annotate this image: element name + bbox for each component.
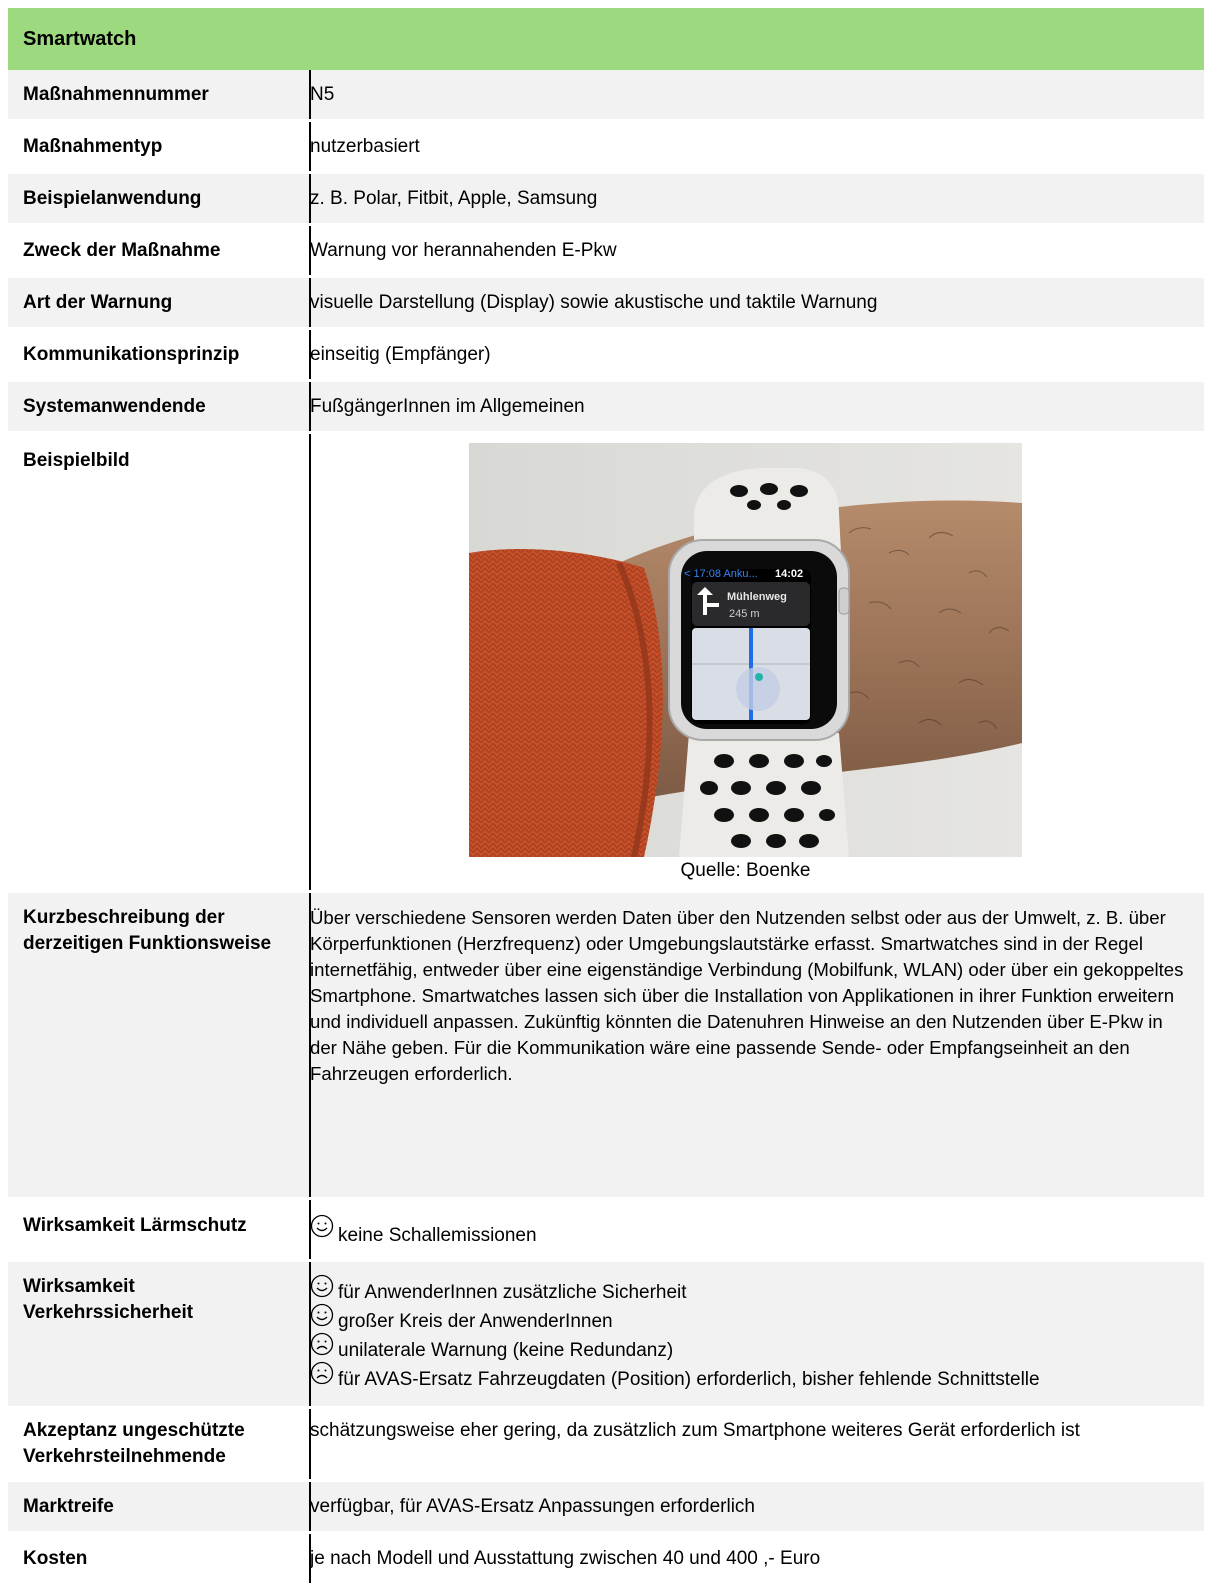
column-divider [309,278,311,327]
row-value: z. B. Polar, Fitbit, Apple, Samsung [310,188,598,209]
row-label: Systemanwendende [23,396,206,417]
row-value: verfügbar, für AVAS-Ersatz Anpassungen e… [310,1496,755,1517]
smiley-sad-icon [310,1361,334,1385]
column-divider [309,70,311,119]
row-kurzbeschreibung: Kurzbeschreibung der derzeitigen Funktio… [8,890,1204,1197]
list-item: für AnwenderInnen zusätzliche Sicherheit [310,1274,1194,1303]
list-item-text: für AnwenderInnen zusätzliche Sicherheit [338,1282,687,1303]
image-caption: Quelle: Boenke [680,860,811,881]
list-item: unilaterale Warnung (keine Redundanz) [310,1332,1194,1361]
row-massnahmennummer: Maßnahmennummer N5 [8,70,1204,119]
row-label: Akzeptanz ungeschützte Verkehrsteilnehme… [23,1420,245,1467]
row-label: Maßnahmentyp [23,136,163,157]
column-divider [309,1534,311,1583]
row-label: Beispielanwendung [23,188,202,209]
list-item-text: für AVAS-Ersatz Fahrzeugdaten (Position)… [338,1369,1040,1390]
row-label: Kommunikationsprinzip [23,344,240,365]
row-massnahmentyp: Maßnahmentyp nutzerbasiert [8,119,1204,171]
row-akzeptanz: Akzeptanz ungeschützte Verkehrsteilnehme… [8,1406,1204,1479]
watch-distance-text: 245 m [729,608,760,620]
image-cell: < 17:08 Anku... 14:02 Mühlenweg 245 m Qu… [295,434,1204,890]
row-systemanwendende: Systemanwendende FußgängerInnen im Allge… [8,379,1204,431]
column-divider [309,1262,311,1406]
row-value: Über verschiedene Sensoren werden Daten … [310,907,1184,1084]
row-wirksamkeit-verkehrssicherheit: Wirksamkeit Verkehrssicherheit für Anwen… [8,1259,1204,1406]
watch-back-text: < 17:08 Anku... [684,568,758,580]
row-label: Zweck der Maßnahme [23,240,221,261]
laerm-value: keine Schallemissionen [310,1200,1204,1259]
smiley-happy-icon [310,1274,334,1298]
row-value: je nach Modell und Ausstattung zwischen … [310,1548,821,1569]
column-divider [309,330,311,379]
column-divider [309,174,311,223]
row-label: Art der Warnung [23,292,173,313]
table-title: Smartwatch [8,8,1204,70]
row-value: FußgängerInnen im Allgemeinen [310,396,585,417]
laerm-text: keine Schallemissionen [338,1225,537,1246]
row-kommunikationsprinzip: Kommunikationsprinzip einseitig (Empfäng… [8,327,1204,379]
list-item-text: unilaterale Warnung (keine Redundanz) [338,1340,674,1361]
column-divider [309,382,311,431]
row-value: Warnung vor herannahenden E-Pkw [310,240,617,261]
list-item: für AVAS-Ersatz Fahrzeugdaten (Position)… [310,1361,1194,1390]
smiley-sad-icon [310,1332,334,1356]
row-label: Kurzbeschreibung der derzeitigen Funktio… [23,907,272,954]
sicher-list: für AnwenderInnen zusätzliche Sicherheit… [310,1262,1204,1406]
column-divider [309,893,311,1197]
column-divider [309,1409,311,1479]
row-label: Marktreife [23,1496,114,1517]
row-label: Wirksamkeit Verkehrssicherheit [23,1276,194,1323]
smartwatch-photo: < 17:08 Anku... 14:02 Mühlenweg 245 m [469,443,1022,857]
row-wirksamkeit-laermschutz: Wirksamkeit Lärmschutz keine Schallemiss… [8,1197,1204,1259]
row-label: Kosten [23,1548,88,1569]
row-beispielanwendung: Beispielanwendung z. B. Polar, Fitbit, A… [8,171,1204,223]
row-kosten: Kosten je nach Modell und Ausstattung zw… [8,1531,1204,1583]
row-value: einseitig (Empfänger) [310,344,491,365]
row-value: schätzungsweise eher gering, da zusätzli… [310,1420,1080,1441]
column-divider [309,226,311,275]
smiley-happy-icon [310,1303,334,1327]
row-beispielbild: Beispielbild < 17:08 Anku... 14:02 Mühle… [8,431,1204,890]
row-marktreife: Marktreife verfügbar, für AVAS-Ersatz An… [8,1479,1204,1531]
row-label: Beispielbild [23,450,130,471]
row-label: Maßnahmennummer [23,84,209,105]
measure-table: Smartwatch Maßnahmennummer N5 Maßnahment… [8,8,1204,1583]
row-zweck: Zweck der Maßnahme Warnung vor herannahe… [8,223,1204,275]
row-value: visuelle Darstellung (Display) sowie aku… [310,292,878,313]
smiley-happy-icon [310,1214,334,1238]
row-label: Wirksamkeit Lärmschutz [23,1215,247,1236]
column-divider [309,122,311,171]
watch-street-text: Mühlenweg [727,591,787,603]
row-value: nutzerbasiert [310,136,420,157]
row-art-der-warnung: Art der Warnung visuelle Darstellung (Di… [8,275,1204,327]
column-divider [309,1200,311,1259]
list-item: großer Kreis der AnwenderInnen [310,1303,1194,1332]
list-item-text: großer Kreis der AnwenderInnen [338,1311,613,1332]
column-divider [309,1482,311,1531]
row-value: N5 [310,84,335,105]
watch-time-text: 14:02 [775,568,803,580]
